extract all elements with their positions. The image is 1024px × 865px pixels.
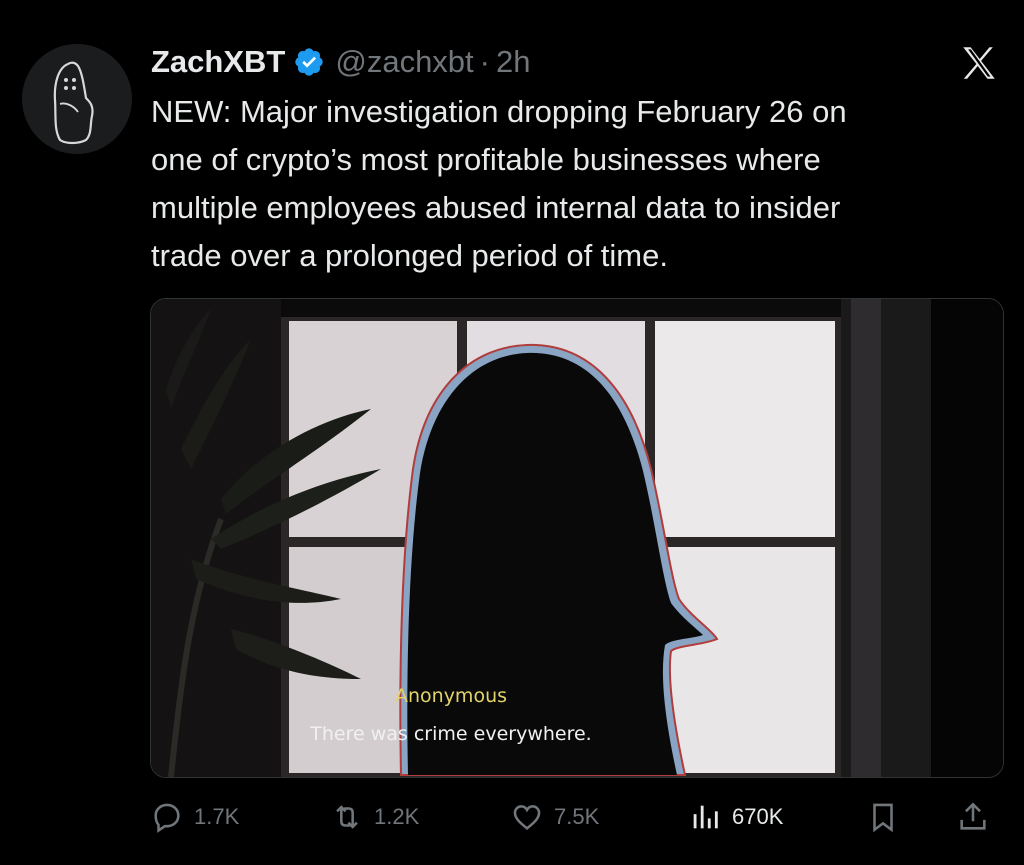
repost-count: 1.2K (374, 804, 420, 829)
view-count: 670K (732, 804, 784, 829)
avatar-ghost-icon (53, 61, 94, 145)
reply-icon (154, 803, 180, 833)
tweet-header: ZachXBT @zachxbt · 2h (151, 40, 530, 84)
tweet-text-line: multiple employees abused internal data … (151, 190, 841, 225)
views-icon (693, 805, 718, 829)
reply-button[interactable]: 1.7K (150, 800, 239, 834)
tweet-text-line: NEW: Major investigation dropping Februa… (151, 94, 847, 129)
share-button[interactable] (956, 800, 1000, 834)
reply-count: 1.7K (194, 804, 240, 829)
bookmark-icon (873, 803, 893, 833)
post-time[interactable]: 2h (496, 44, 530, 80)
media-caption-speaker: Anonymous (394, 685, 508, 707)
x-logo-icon[interactable] (958, 42, 1000, 84)
author-handle[interactable]: @zachxbt (335, 44, 473, 80)
tweet-actions: 1.7K 1.2K 7.5K 670K (0, 790, 1024, 850)
media-caption-line: There was crime everywhere. (310, 723, 592, 745)
repost-icon (336, 805, 358, 829)
views-button[interactable]: 670K (688, 800, 783, 834)
meta-separator: · (479, 44, 490, 79)
tweet-text-line: trade over a prolonged period of time. (151, 238, 668, 273)
tweet-text-line: one of crypto’s most profitable business… (151, 142, 821, 177)
share-icon (960, 802, 986, 830)
tweet-text: NEW: Major investigation dropping Februa… (151, 88, 1001, 280)
like-button[interactable]: 7.5K (510, 800, 599, 834)
tweet-media[interactable]: Anonymous There was crime everywhere. (150, 298, 1004, 778)
bookmark-button[interactable] (866, 800, 910, 834)
repost-button[interactable]: 1.2K (330, 800, 419, 834)
author-avatar[interactable] (22, 44, 132, 154)
like-icon (513, 805, 541, 830)
author-name[interactable]: ZachXBT (151, 44, 285, 80)
like-count: 7.5K (554, 804, 600, 829)
verified-badge-icon[interactable] (293, 46, 325, 78)
